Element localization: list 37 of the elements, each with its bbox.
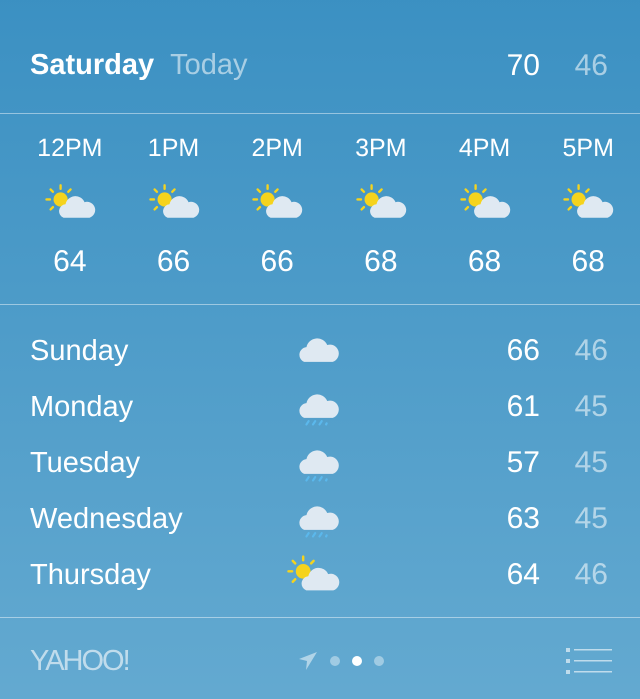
day-name: Saturday: [30, 49, 154, 82]
hour-label: 1PM: [148, 134, 200, 163]
high-temperature: 61: [506, 390, 540, 424]
hour-temperature: 66: [156, 245, 190, 279]
hour-label: 3PM: [355, 134, 407, 163]
hour-label: 4PM: [458, 134, 510, 163]
hour-temperature: 64: [53, 245, 87, 279]
high-temperature: 64: [506, 558, 540, 592]
hour-label: 5PM: [562, 134, 614, 163]
hour-temperature: 68: [364, 245, 398, 279]
hour-label: 2PM: [251, 134, 303, 163]
high-temperature: 63: [506, 502, 540, 536]
list-icon[interactable]: [566, 646, 612, 676]
day-name: Monday: [30, 390, 134, 424]
hour-temperature: 68: [468, 245, 502, 279]
day-name: Sunday: [30, 334, 130, 368]
high-temperature: 57: [506, 446, 540, 480]
hour-temperature: 66: [260, 245, 294, 279]
high-temperature: 66: [506, 334, 540, 368]
page-dot[interactable]: [352, 656, 362, 666]
hour-temperature: 68: [572, 245, 605, 279]
location-arrow-icon[interactable]: [298, 651, 318, 671]
hour-label: 12PM: [37, 134, 102, 163]
low-temperature: 46: [574, 558, 608, 592]
page-dot[interactable]: [374, 656, 384, 666]
page-dot[interactable]: [330, 656, 340, 666]
day-name: Tuesday: [30, 446, 142, 480]
day-name: Thursday: [30, 558, 152, 592]
low-temperature: 46: [574, 334, 608, 368]
high-temperature: 70: [506, 48, 540, 82]
low-temperature: 45: [574, 390, 608, 424]
today-label: Today: [170, 49, 248, 82]
low-temperature: 45: [574, 502, 608, 536]
day-name: Wednesday: [30, 502, 184, 536]
low-temperature: 46: [574, 48, 608, 82]
yahoo-logo[interactable]: YAHOO!: [30, 644, 298, 678]
low-temperature: 45: [574, 446, 608, 480]
